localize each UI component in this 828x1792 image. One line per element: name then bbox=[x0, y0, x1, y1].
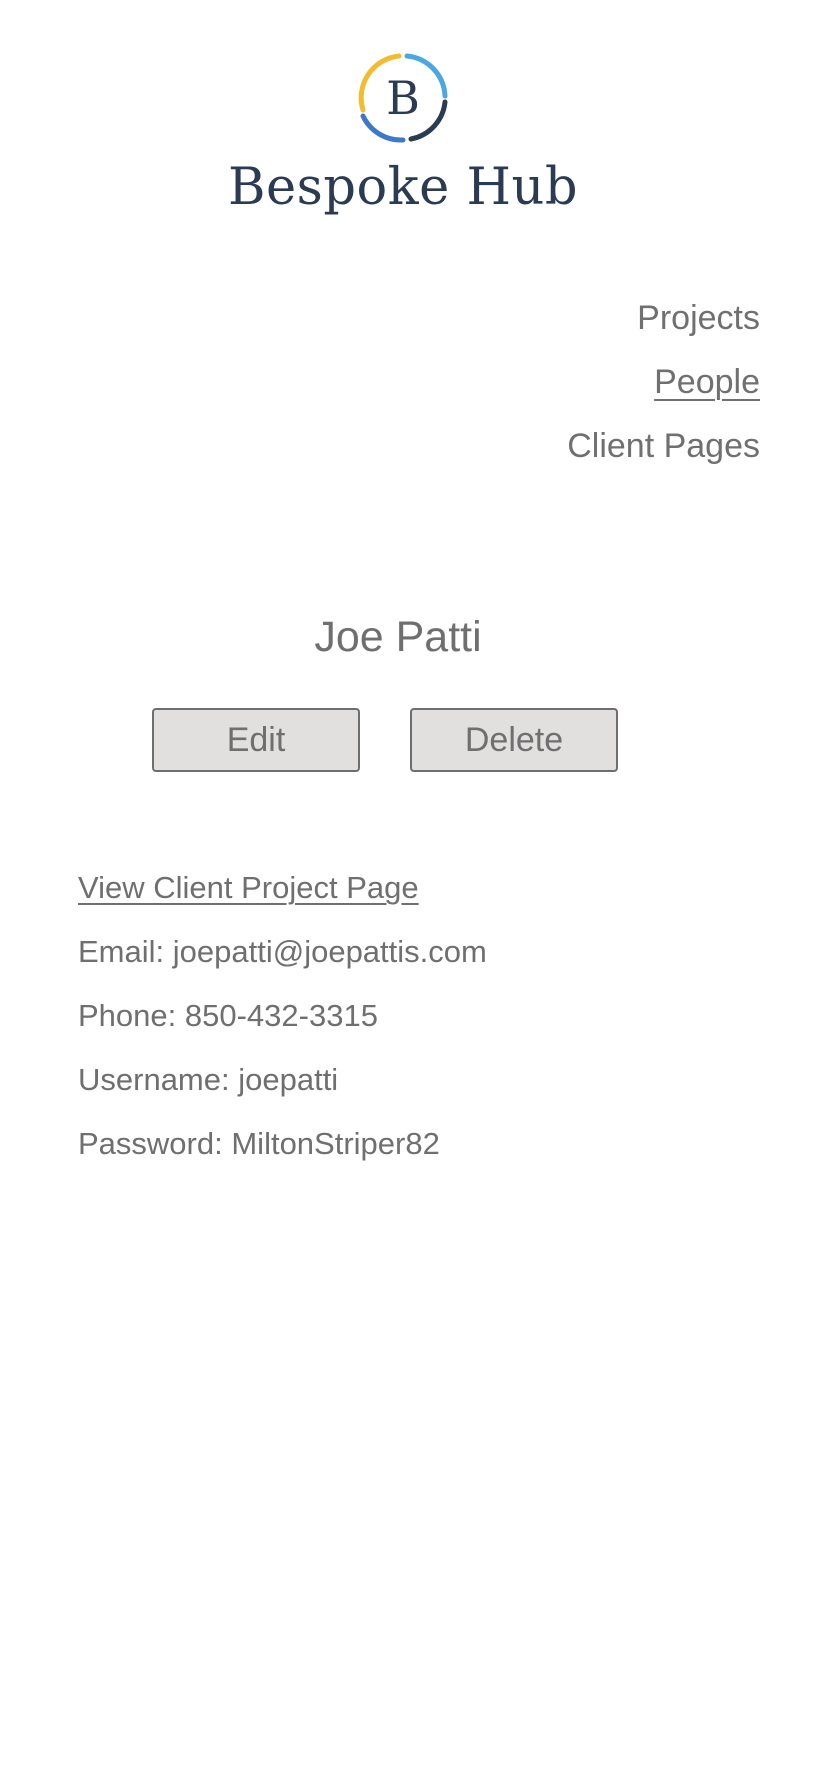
delete-button[interactable]: Delete bbox=[410, 708, 618, 772]
brand-name: Bespoke Hub bbox=[228, 158, 578, 217]
person-name: Joe Patti bbox=[314, 613, 482, 661]
phone-label: Phone: bbox=[78, 998, 177, 1033]
username-row: Username: joepatti bbox=[78, 1048, 778, 1112]
nav-item-people[interactable]: People bbox=[360, 350, 760, 414]
password-value: MiltonStriper82 bbox=[231, 1126, 440, 1161]
person-details: View Client Project Page Email: joepatti… bbox=[78, 856, 778, 1176]
username-label: Username: bbox=[78, 1062, 230, 1097]
logo-letter: B bbox=[386, 71, 420, 125]
view-client-project-page-link[interactable]: View Client Project Page bbox=[78, 856, 419, 920]
password-label: Password: bbox=[78, 1126, 223, 1161]
email-value: joepatti@joepattis.com bbox=[172, 934, 487, 969]
phone-value: 850-432-3315 bbox=[184, 998, 378, 1033]
phone-row: Phone: 850-432-3315 bbox=[78, 984, 778, 1048]
username-value: joepatti bbox=[238, 1062, 339, 1097]
main-nav: Projects People Client Pages bbox=[360, 286, 760, 478]
edit-button[interactable]: Edit bbox=[152, 708, 360, 772]
brand-logo[interactable]: B Bespoke Hub bbox=[0, 40, 806, 218]
nav-item-client-pages[interactable]: Client Pages bbox=[360, 414, 760, 478]
email-label: Email: bbox=[78, 934, 165, 969]
password-row: Password: MiltonStriper82 bbox=[78, 1112, 778, 1176]
logo-ring-icon: B bbox=[358, 53, 448, 143]
nav-item-projects[interactable]: Projects bbox=[360, 286, 760, 350]
email-row: Email: joepatti@joepattis.com bbox=[78, 920, 778, 984]
